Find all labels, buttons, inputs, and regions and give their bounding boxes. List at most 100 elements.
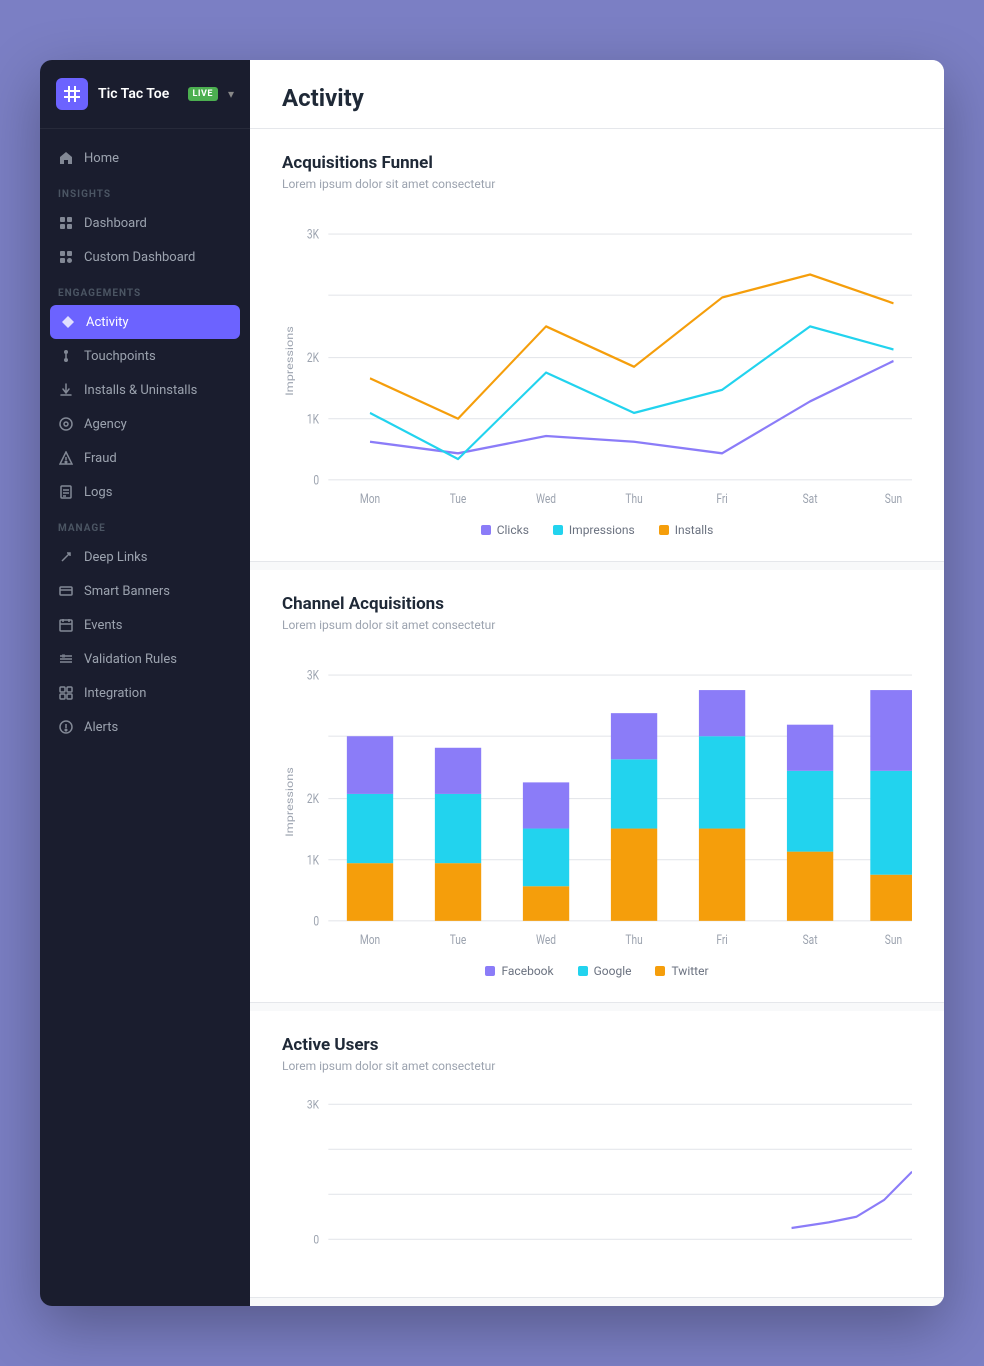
- svg-text:Wed: Wed: [536, 491, 556, 506]
- svg-text:Impressions: Impressions: [283, 767, 295, 837]
- bar-fri-google: [699, 736, 745, 828]
- sidebar-agency-label: Agency: [84, 417, 127, 432]
- smart-banners-icon: [58, 583, 74, 599]
- impressions-dot: [553, 525, 563, 535]
- page-title: Activity: [282, 84, 912, 128]
- svg-text:Mon: Mon: [360, 932, 380, 947]
- acquisitions-funnel-section: Acquisitions Funnel Lorem ipsum dolor si…: [250, 129, 944, 562]
- sidebar-item-logs[interactable]: Logs: [40, 475, 250, 509]
- channel-acquisitions-chart: 3K 2K 1K 0 Impressions Mon Tue Wed Thu F…: [282, 652, 912, 952]
- live-badge: LIVE: [188, 87, 218, 101]
- sidebar-nav: Home INSIGHTS Dashboard: [40, 129, 250, 1286]
- app-name: Tic Tac Toe: [98, 86, 178, 102]
- bar-fri-twitter: [699, 829, 745, 921]
- dashboard-icon: [58, 215, 74, 231]
- bar-sat-twitter: [787, 852, 833, 921]
- sidebar-integration-label: Integration: [84, 686, 146, 701]
- sidebar-touchpoints-label: Touchpoints: [84, 349, 156, 364]
- bar-wed-twitter: [523, 886, 569, 921]
- bar-sun-google: [870, 771, 912, 875]
- svg-text:3K: 3K: [307, 1097, 320, 1112]
- svg-text:3K: 3K: [307, 668, 320, 683]
- custom-dashboard-icon: [58, 249, 74, 265]
- acquisitions-funnel-chart: 3K 2K 1K 0 Impressions Mon Tue Wed Thu F…: [282, 211, 912, 511]
- sidebar-custom-dashboard-label: Custom Dashboard: [84, 250, 195, 265]
- acquisitions-chart-svg: 3K 2K 1K 0 Impressions Mon Tue Wed Thu F…: [282, 211, 912, 511]
- svg-text:0: 0: [313, 1232, 319, 1247]
- sidebar-item-alerts[interactable]: Alerts: [40, 710, 250, 744]
- bar-sun-twitter: [870, 875, 912, 921]
- sidebar-item-home-label: Home: [84, 151, 119, 166]
- sidebar-item-events[interactable]: Events: [40, 608, 250, 642]
- bar-fri-facebook: [699, 690, 745, 736]
- sidebar-activity-label: Activity: [86, 315, 129, 330]
- app-logo: [56, 78, 88, 110]
- bar-thu-twitter: [611, 829, 657, 921]
- sidebar-alerts-label: Alerts: [84, 720, 118, 735]
- bar-tue-google: [435, 794, 481, 863]
- channel-acquisitions-section: Channel Acquisitions Lorem ipsum dolor s…: [250, 570, 944, 1003]
- legend-facebook: Facebook: [485, 964, 553, 978]
- sidebar-item-integration[interactable]: Integration: [40, 676, 250, 710]
- channel-acquisitions-title: Channel Acquisitions: [282, 594, 912, 614]
- active-users-chart-svg: 3K 0: [282, 1093, 912, 1273]
- svg-text:Wed: Wed: [536, 932, 556, 947]
- svg-text:2K: 2K: [307, 791, 320, 806]
- sidebar-item-touchpoints[interactable]: Touchpoints: [40, 339, 250, 373]
- chevron-down-icon[interactable]: ▾: [228, 87, 234, 101]
- installs-label: Installs: [675, 523, 714, 537]
- bar-mon-twitter: [347, 863, 393, 921]
- sidebar-fraud-label: Fraud: [84, 451, 117, 466]
- sidebar-item-deep-links[interactable]: Deep Links: [40, 540, 250, 574]
- active-users-subtitle: Lorem ipsum dolor sit amet consectetur: [282, 1059, 912, 1073]
- impressions-label: Impressions: [569, 523, 635, 537]
- svg-text:Fri: Fri: [716, 932, 728, 947]
- main-header: Activity: [250, 60, 944, 129]
- bar-wed-facebook: [523, 782, 569, 828]
- svg-text:0: 0: [313, 913, 319, 928]
- agency-icon: [58, 416, 74, 432]
- sidebar-item-installs[interactable]: Installs & Uninstalls: [40, 373, 250, 407]
- touchpoints-icon: [58, 348, 74, 364]
- clicks-label: Clicks: [497, 523, 529, 537]
- facebook-dot: [485, 966, 495, 976]
- sidebar-item-home[interactable]: Home: [40, 141, 250, 175]
- sidebar-item-fraud[interactable]: Fraud: [40, 441, 250, 475]
- bar-sat-facebook: [787, 725, 833, 771]
- installs-icon: [58, 382, 74, 398]
- alerts-icon: [58, 719, 74, 735]
- svg-text:1K: 1K: [307, 411, 320, 426]
- svg-text:Fri: Fri: [716, 491, 728, 506]
- sidebar-validation-rules-label: Validation Rules: [84, 652, 177, 667]
- sidebar-header[interactable]: Tic Tac Toe LIVE ▾: [40, 60, 250, 129]
- activity-icon: [60, 314, 76, 330]
- channel-chart-svg: 3K 2K 1K 0 Impressions Mon Tue Wed Thu F…: [282, 652, 912, 952]
- svg-text:2K: 2K: [307, 350, 320, 365]
- svg-text:3K: 3K: [307, 227, 320, 242]
- bar-mon-google: [347, 794, 393, 863]
- main-content: Activity Acquisitions Funnel Lorem ipsum…: [250, 60, 944, 1306]
- sidebar-dashboard-label: Dashboard: [84, 216, 147, 231]
- svg-text:Sun: Sun: [885, 491, 902, 506]
- active-users-section: Active Users Lorem ipsum dolor sit amet …: [250, 1011, 944, 1298]
- facebook-label: Facebook: [501, 964, 553, 978]
- bar-sun-facebook: [870, 690, 912, 771]
- sidebar-item-smart-banners[interactable]: Smart Banners: [40, 574, 250, 608]
- sidebar-deep-links-label: Deep Links: [84, 550, 147, 565]
- acquisitions-legend: Clicks Impressions Installs: [282, 523, 912, 537]
- legend-impressions: Impressions: [553, 523, 635, 537]
- legend-clicks: Clicks: [481, 523, 529, 537]
- svg-text:Tue: Tue: [450, 932, 467, 947]
- app-container: Tic Tac Toe LIVE ▾ Home INSIGHTS: [40, 60, 944, 1306]
- svg-text:Thu: Thu: [625, 491, 642, 506]
- sidebar-item-custom-dashboard[interactable]: Custom Dashboard: [40, 240, 250, 274]
- sidebar: Tic Tac Toe LIVE ▾ Home INSIGHTS: [40, 60, 250, 1306]
- sidebar-item-activity[interactable]: Activity: [50, 305, 240, 339]
- home-icon: [58, 150, 74, 166]
- sidebar-item-dashboard[interactable]: Dashboard: [40, 206, 250, 240]
- section-label-engagements: ENGAGEMENTS: [40, 274, 250, 305]
- svg-text:Mon: Mon: [360, 491, 380, 506]
- sidebar-item-agency[interactable]: Agency: [40, 407, 250, 441]
- sidebar-item-validation-rules[interactable]: Validation Rules: [40, 642, 250, 676]
- integration-icon: [58, 685, 74, 701]
